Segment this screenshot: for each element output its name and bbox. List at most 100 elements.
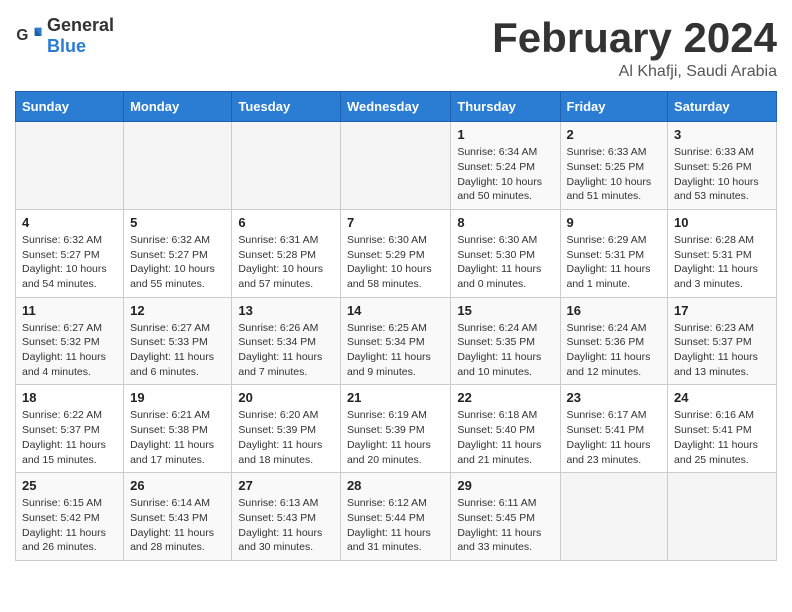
page-header: G General Blue February 2024 Al Khafji, … <box>15 15 777 81</box>
day-detail: Sunrise: 6:26 AM Sunset: 5:34 PM Dayligh… <box>238 321 334 380</box>
calendar-cell: 24Sunrise: 6:16 AM Sunset: 5:41 PM Dayli… <box>668 385 777 473</box>
day-detail: Sunrise: 6:30 AM Sunset: 5:29 PM Dayligh… <box>347 233 444 292</box>
calendar-table: SundayMondayTuesdayWednesdayThursdayFrid… <box>15 91 777 561</box>
day-detail: Sunrise: 6:24 AM Sunset: 5:36 PM Dayligh… <box>567 321 662 380</box>
calendar-cell: 14 Sunrise: 6:25 AM Sunset: 5:34 PM Dayli… <box>340 297 450 385</box>
calendar-cell: 13 Sunrise: 6:26 AM Sunset: 5:34 PM Dayli… <box>232 297 341 385</box>
day-detail: Sunrise: 6:32 AM Sunset: 5:27 PM Dayligh… <box>22 233 117 292</box>
calendar-header-row: SundayMondayTuesdayWednesdayThursdayFrid… <box>16 92 777 122</box>
day-detail: Sunrise: 6:14 AM Sunset: 5:43 PM Dayligh… <box>130 496 225 555</box>
day-number: 27 <box>238 478 334 493</box>
day-detail: Sunrise: 6:19 AM Sunset: 5:39 PM Dayligh… <box>347 408 444 467</box>
calendar-cell: 15 Sunrise: 6:24 AM Sunset: 5:35 PM Dayli… <box>451 297 560 385</box>
calendar-cell: 3 Sunrise: 6:33 AM Sunset: 5:26 PM Daylig… <box>668 122 777 210</box>
calendar-cell: 7 Sunrise: 6:30 AM Sunset: 5:29 PM Daylig… <box>340 209 450 297</box>
calendar-week-5: 25Sunrise: 6:15 AM Sunset: 5:42 PM Dayli… <box>16 473 777 561</box>
calendar-cell: 12 Sunrise: 6:27 AM Sunset: 5:33 PM Dayli… <box>124 297 232 385</box>
day-detail: Sunrise: 6:29 AM Sunset: 5:31 PM Dayligh… <box>567 233 662 292</box>
calendar-week-2: 4 Sunrise: 6:32 AM Sunset: 5:27 PM Daylig… <box>16 209 777 297</box>
day-number: 26 <box>130 478 225 493</box>
day-number: 15 <box>457 303 553 318</box>
calendar-cell: 2 Sunrise: 6:33 AM Sunset: 5:25 PM Daylig… <box>560 122 668 210</box>
day-number: 12 <box>130 303 225 318</box>
calendar-cell: 21 Sunrise: 6:19 AM Sunset: 5:39 PM Dayli… <box>340 385 450 473</box>
calendar-cell <box>124 122 232 210</box>
day-detail: Sunrise: 6:23 AM Sunset: 5:37 PM Dayligh… <box>674 321 770 380</box>
calendar-cell: 29 Sunrise: 6:11 AM Sunset: 5:45 PM Dayli… <box>451 473 560 561</box>
day-number: 4 <box>22 215 117 230</box>
title-block: February 2024 Al Khafji, Saudi Arabia <box>492 15 777 81</box>
calendar-cell: 27Sunrise: 6:13 AM Sunset: 5:43 PM Dayli… <box>232 473 341 561</box>
day-detail: Sunrise: 6:20 AM Sunset: 5:39 PM Dayligh… <box>238 408 334 467</box>
day-detail: Sunrise: 6:33 AM Sunset: 5:25 PM Dayligh… <box>567 145 662 204</box>
day-detail: Sunrise: 6:27 AM Sunset: 5:32 PM Dayligh… <box>22 321 117 380</box>
calendar-cell: 16 Sunrise: 6:24 AM Sunset: 5:36 PM Dayli… <box>560 297 668 385</box>
day-number: 23 <box>567 390 662 405</box>
day-number: 6 <box>238 215 334 230</box>
day-number: 22 <box>457 390 553 405</box>
day-number: 18 <box>22 390 117 405</box>
calendar-cell <box>668 473 777 561</box>
day-number: 29 <box>457 478 553 493</box>
day-detail: Sunrise: 6:11 AM Sunset: 5:45 PM Dayligh… <box>457 496 553 555</box>
logo: G General Blue <box>15 15 114 57</box>
day-number: 2 <box>567 127 662 142</box>
calendar-cell: 26 Sunrise: 6:14 AM Sunset: 5:43 PM Dayli… <box>124 473 232 561</box>
calendar-week-1: 1Sunrise: 6:34 AM Sunset: 5:24 PM Daylig… <box>16 122 777 210</box>
calendar-cell: 17 Sunrise: 6:23 AM Sunset: 5:37 PM Dayli… <box>668 297 777 385</box>
calendar-cell <box>340 122 450 210</box>
calendar-week-4: 18Sunrise: 6:22 AM Sunset: 5:37 PM Dayli… <box>16 385 777 473</box>
weekday-header-thursday: Thursday <box>451 92 560 122</box>
day-detail: Sunrise: 6:21 AM Sunset: 5:38 PM Dayligh… <box>130 408 225 467</box>
day-number: 10 <box>674 215 770 230</box>
logo-icon: G <box>15 22 43 50</box>
calendar-cell: 1Sunrise: 6:34 AM Sunset: 5:24 PM Daylig… <box>451 122 560 210</box>
day-detail: Sunrise: 6:27 AM Sunset: 5:33 PM Dayligh… <box>130 321 225 380</box>
calendar-cell <box>16 122 124 210</box>
day-number: 17 <box>674 303 770 318</box>
weekday-header-wednesday: Wednesday <box>340 92 450 122</box>
day-number: 16 <box>567 303 662 318</box>
weekday-header-saturday: Saturday <box>668 92 777 122</box>
calendar-location: Al Khafji, Saudi Arabia <box>492 63 777 81</box>
day-number: 21 <box>347 390 444 405</box>
calendar-cell: 20 Sunrise: 6:20 AM Sunset: 5:39 PM Dayli… <box>232 385 341 473</box>
day-detail: Sunrise: 6:31 AM Sunset: 5:28 PM Dayligh… <box>238 233 334 292</box>
day-number: 3 <box>674 127 770 142</box>
calendar-cell: 18Sunrise: 6:22 AM Sunset: 5:37 PM Dayli… <box>16 385 124 473</box>
day-number: 25 <box>22 478 117 493</box>
day-detail: Sunrise: 6:33 AM Sunset: 5:26 PM Dayligh… <box>674 145 770 204</box>
day-number: 13 <box>238 303 334 318</box>
calendar-cell: 25Sunrise: 6:15 AM Sunset: 5:42 PM Dayli… <box>16 473 124 561</box>
calendar-cell: 10Sunrise: 6:28 AM Sunset: 5:31 PM Dayli… <box>668 209 777 297</box>
svg-text:G: G <box>16 27 28 44</box>
weekday-header-monday: Monday <box>124 92 232 122</box>
day-number: 7 <box>347 215 444 230</box>
day-number: 20 <box>238 390 334 405</box>
day-number: 14 <box>347 303 444 318</box>
calendar-cell <box>560 473 668 561</box>
calendar-cell: 22Sunrise: 6:18 AM Sunset: 5:40 PM Dayli… <box>451 385 560 473</box>
day-number: 8 <box>457 215 553 230</box>
calendar-cell: 28 Sunrise: 6:12 AM Sunset: 5:44 PM Dayli… <box>340 473 450 561</box>
calendar-cell <box>232 122 341 210</box>
day-detail: Sunrise: 6:12 AM Sunset: 5:44 PM Dayligh… <box>347 496 444 555</box>
day-detail: Sunrise: 6:25 AM Sunset: 5:34 PM Dayligh… <box>347 321 444 380</box>
calendar-cell: 23Sunrise: 6:17 AM Sunset: 5:41 PM Dayli… <box>560 385 668 473</box>
calendar-cell: 11Sunrise: 6:27 AM Sunset: 5:32 PM Dayli… <box>16 297 124 385</box>
calendar-cell: 9 Sunrise: 6:29 AM Sunset: 5:31 PM Daylig… <box>560 209 668 297</box>
day-number: 1 <box>457 127 553 142</box>
calendar-title: February 2024 <box>492 15 777 61</box>
day-detail: Sunrise: 6:24 AM Sunset: 5:35 PM Dayligh… <box>457 321 553 380</box>
calendar-cell: 5Sunrise: 6:32 AM Sunset: 5:27 PM Daylig… <box>124 209 232 297</box>
weekday-header-tuesday: Tuesday <box>232 92 341 122</box>
day-number: 28 <box>347 478 444 493</box>
day-detail: Sunrise: 6:16 AM Sunset: 5:41 PM Dayligh… <box>674 408 770 467</box>
calendar-cell: 4 Sunrise: 6:32 AM Sunset: 5:27 PM Daylig… <box>16 209 124 297</box>
day-number: 19 <box>130 390 225 405</box>
day-number: 9 <box>567 215 662 230</box>
calendar-cell: 8Sunrise: 6:30 AM Sunset: 5:30 PM Daylig… <box>451 209 560 297</box>
calendar-week-3: 11Sunrise: 6:27 AM Sunset: 5:32 PM Dayli… <box>16 297 777 385</box>
logo-blue: Blue <box>47 36 86 56</box>
weekday-header-friday: Friday <box>560 92 668 122</box>
